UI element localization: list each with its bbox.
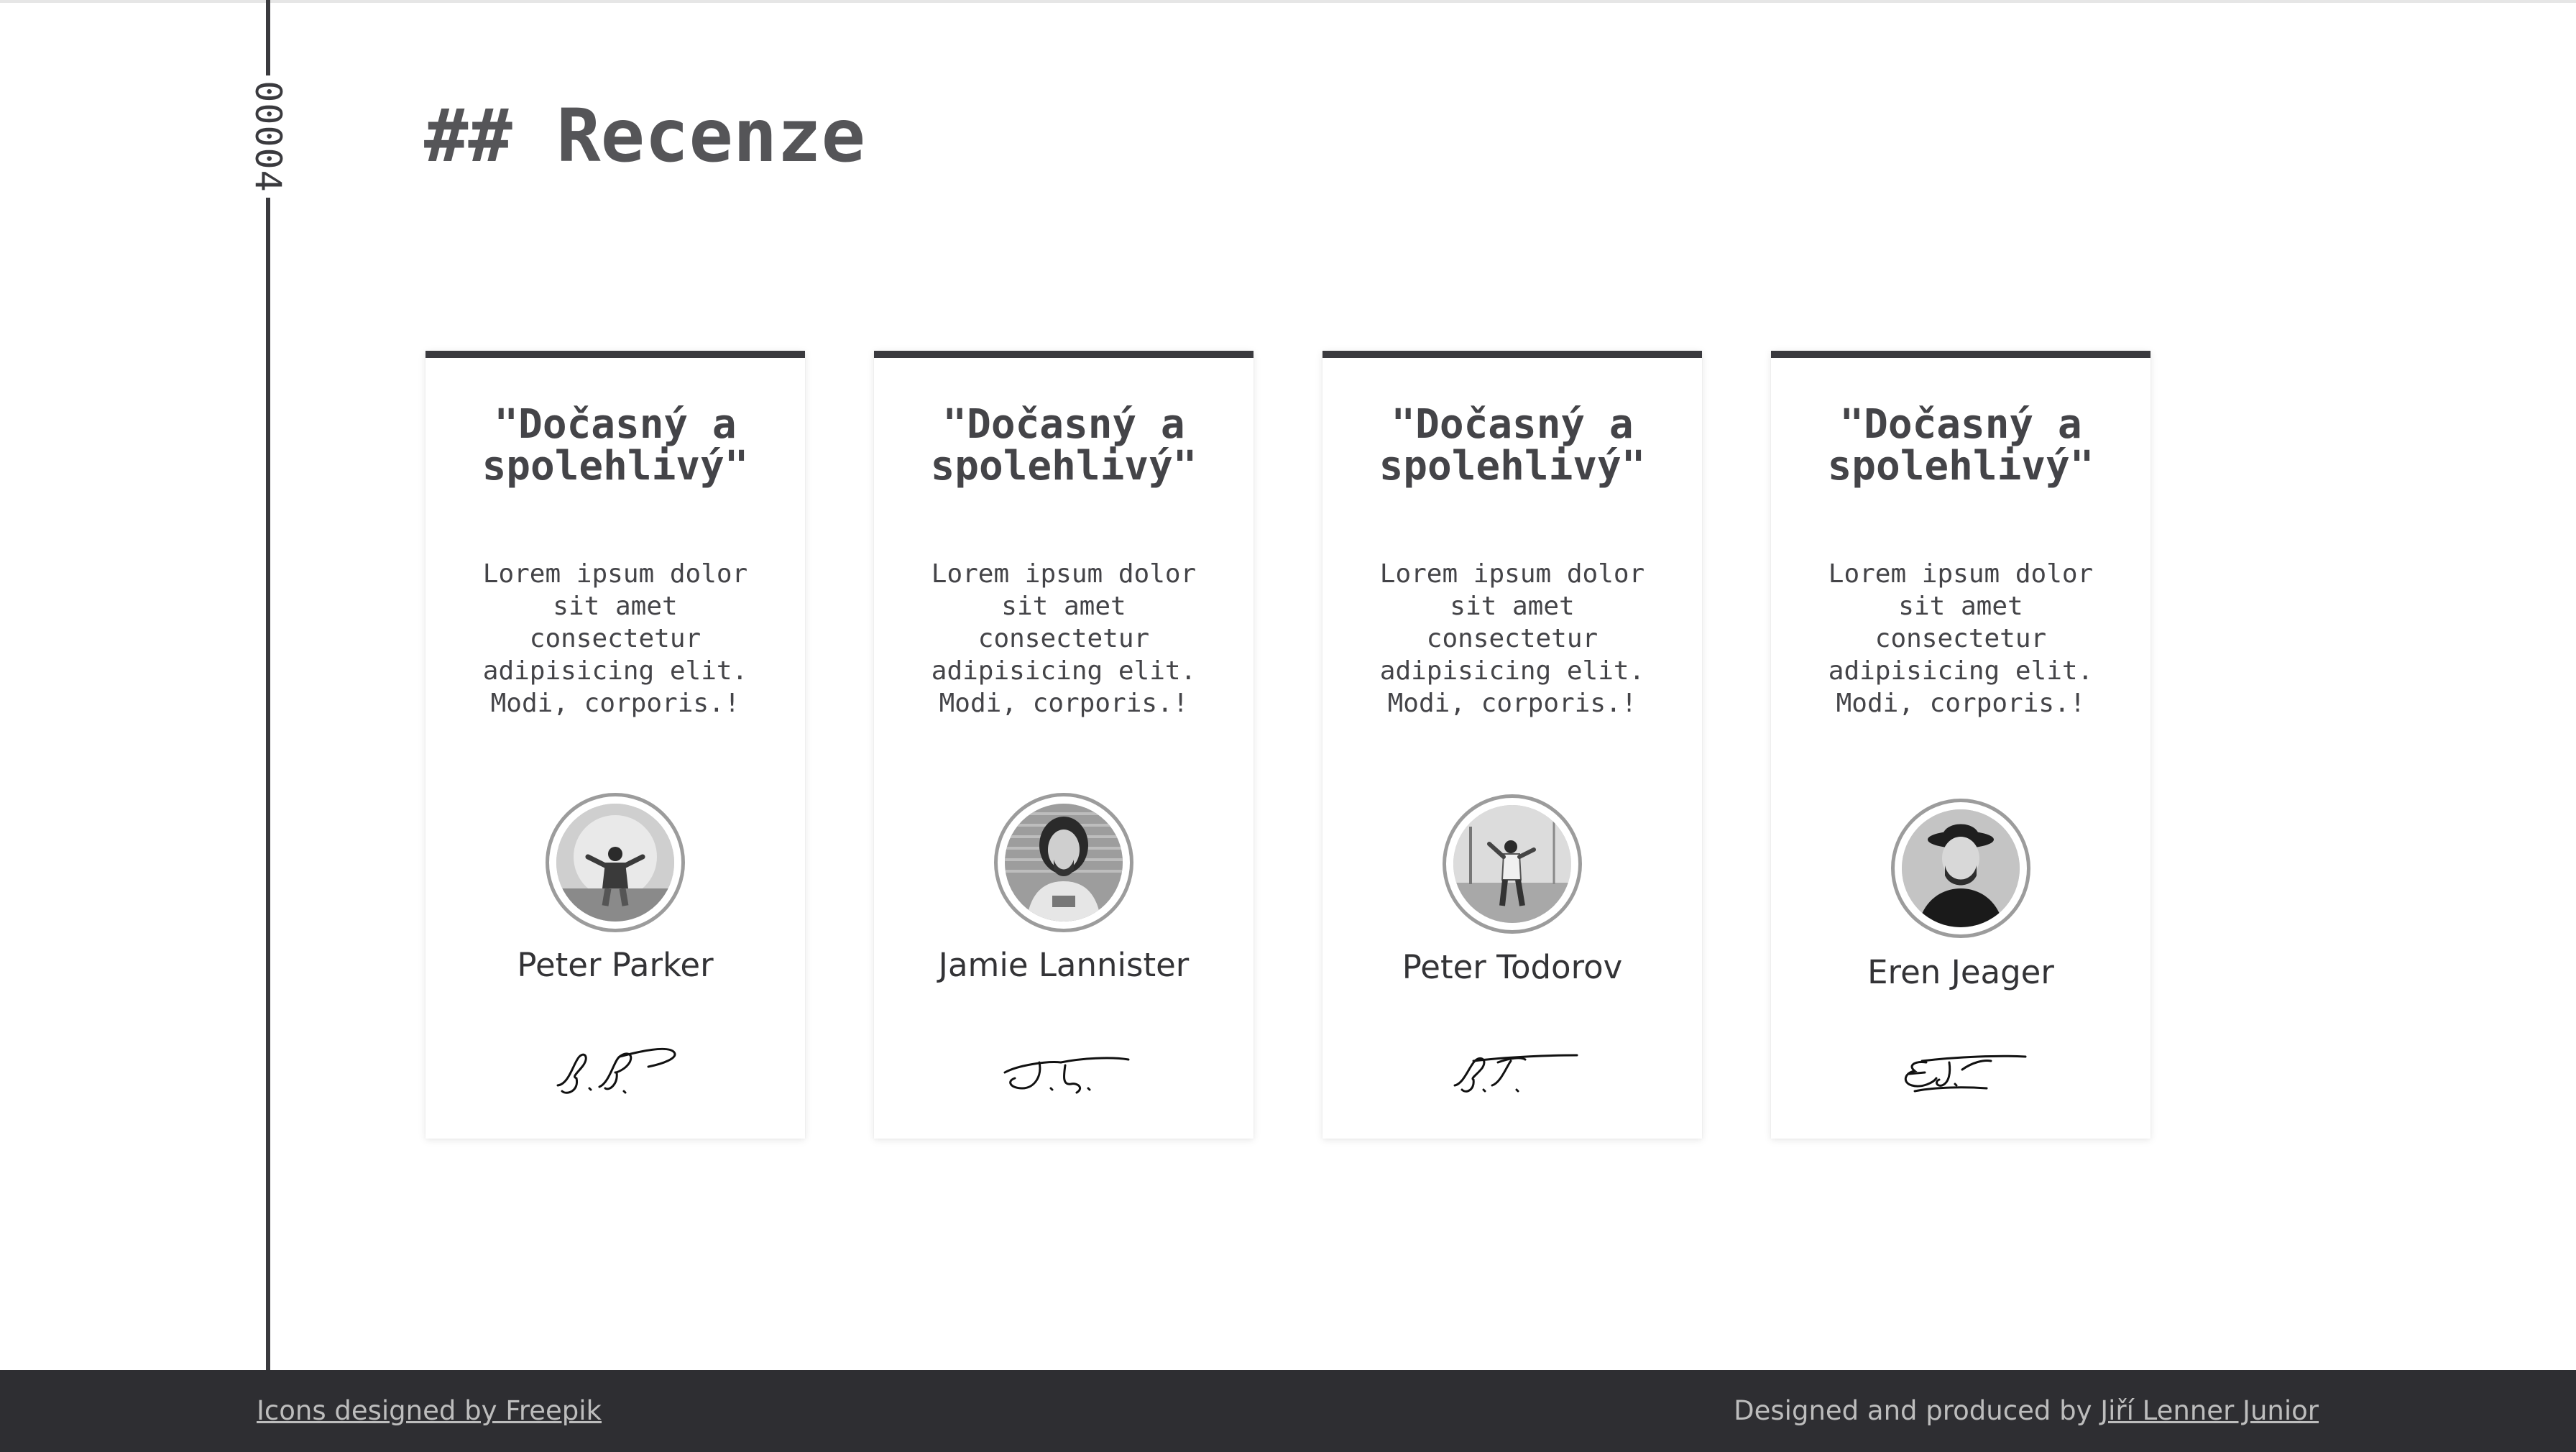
avatar: [546, 793, 685, 932]
reviewer-name: Jamie Lannister: [938, 946, 1190, 984]
reviewer-name: Peter Parker: [517, 946, 714, 984]
footer-right: Designed and produced by Jiří Lenner Jun…: [1734, 1370, 2319, 1452]
review-cards: "Dočasný a spolehlivý" Lorem ipsum dolor…: [426, 351, 2150, 1141]
review-text: Lorem ipsum dolor sit amet consectetur a…: [482, 559, 748, 718]
designer-credit-label: Designed and produced by: [1734, 1395, 2101, 1426]
review-card: "Dočasný a spolehlivý" Lorem ipsum dolor…: [426, 351, 805, 1139]
review-text: Lorem ipsum dolor sit amet consectetur a…: [1379, 559, 1645, 718]
top-rule: [0, 0, 2576, 3]
signature: [1893, 1041, 2030, 1106]
avatar-photo: [1453, 805, 1571, 923]
person-photo-icon: [1902, 809, 2020, 927]
signature: [1445, 1042, 1581, 1107]
review-title: "Dočasný a spolehlivý": [1827, 401, 2094, 490]
avatar-photo: [1005, 804, 1123, 922]
avatar-photo: [1902, 809, 2020, 927]
review-title: "Dočasný a spolehlivý": [482, 401, 749, 490]
signature: [548, 1041, 684, 1106]
review-text: Lorem ipsum dolor sit amet consectetur a…: [1828, 559, 2094, 718]
review-card: "Dočasný a spolehlivý" Lorem ipsum dolor…: [1771, 351, 2150, 1139]
footer: Icons designed by Freepik Designed and p…: [0, 1370, 2576, 1452]
reviewer-name: Eren Jeager: [1867, 953, 2054, 991]
signature-image: [1453, 1054, 1578, 1093]
review-card: "Dočasný a spolehlivý" Lorem ipsum dolor…: [874, 351, 1254, 1139]
designer-link[interactable]: Jiří Lenner Junior: [2100, 1395, 2319, 1426]
review-title: "Dočasný a spolehlivý": [1379, 401, 1646, 490]
review-title: "Dočasný a spolehlivý": [930, 401, 1197, 490]
signature-image: [1904, 1054, 2027, 1093]
avatar: [1443, 794, 1582, 934]
person-photo-icon: [1453, 805, 1571, 923]
avatar-photo: [556, 804, 674, 922]
avatar: [994, 793, 1133, 932]
person-photo-icon: [1005, 804, 1123, 922]
signature-image: [1003, 1057, 1130, 1094]
footer-left: Icons designed by Freepik: [257, 1370, 602, 1452]
freepik-credit-link[interactable]: Icons designed by Freepik: [257, 1395, 602, 1426]
avatar: [1891, 799, 2030, 938]
section-number: 00004: [247, 81, 289, 193]
page-title: ## Recenze: [424, 93, 866, 179]
timeline-line: [266, 0, 270, 1370]
reviewer-name: Peter Todorov: [1402, 948, 1623, 986]
review-card: "Dočasný a spolehlivý" Lorem ipsum dolor…: [1322, 351, 1702, 1139]
signature: [996, 1041, 1133, 1106]
review-text: Lorem ipsum dolor sit amet consectetur a…: [931, 559, 1197, 718]
person-photo-icon: [556, 804, 674, 922]
signature-image: [556, 1047, 676, 1094]
